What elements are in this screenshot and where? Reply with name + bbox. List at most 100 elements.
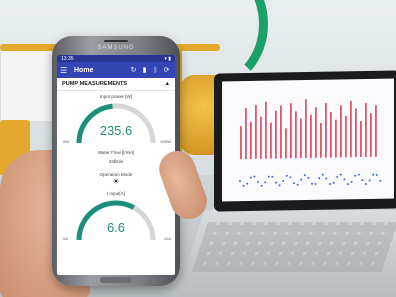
signal-icon: ▮ bbox=[142, 67, 147, 74]
laptop-chart-bar bbox=[320, 122, 322, 158]
laptop-chart-bar bbox=[350, 100, 352, 158]
laptop-chart-point bbox=[343, 178, 346, 181]
menu-icon[interactable]: ☰ bbox=[60, 66, 70, 75]
section-header[interactable]: PUMP MEASUREMENTS ▲ bbox=[57, 78, 175, 91]
power-value: 235.6 bbox=[99, 123, 133, 138]
laptop-chart-point bbox=[293, 182, 295, 185]
status-time: 13:35 bbox=[61, 55, 74, 62]
laptop-chart-bar bbox=[300, 118, 302, 159]
laptop-display bbox=[222, 78, 394, 202]
laptop-chart-bar bbox=[260, 116, 262, 159]
laptop-chart-bar bbox=[245, 108, 247, 160]
app-title: Home bbox=[74, 66, 94, 74]
laptop-chart-point bbox=[336, 175, 339, 178]
laptop-chart-bar bbox=[295, 111, 297, 159]
laptop-chart-point bbox=[246, 182, 249, 185]
laptop-chart-point bbox=[354, 174, 357, 177]
collapse-icon[interactable]: ▲ bbox=[164, 81, 170, 87]
laptop-chart-point bbox=[350, 180, 353, 183]
laptop-chart-bar bbox=[315, 107, 317, 158]
laptop-chart-bar bbox=[280, 105, 282, 159]
laptop-chart-point bbox=[271, 175, 274, 178]
laptop-chart-point bbox=[318, 177, 321, 180]
section-title: PUMP MEASUREMENTS bbox=[62, 81, 128, 87]
sync-icon[interactable]: ⟳ bbox=[161, 66, 172, 74]
flow-value: 43l/min bbox=[108, 159, 124, 164]
laptop-chart-point bbox=[275, 181, 277, 184]
laptop-chart-point bbox=[325, 177, 328, 180]
laptop-chart-point bbox=[311, 182, 313, 185]
laptop-chart-bar bbox=[365, 102, 367, 157]
laptop-chart-point bbox=[300, 178, 303, 181]
current-gauge: 6.6 0A 10A bbox=[57, 196, 175, 244]
laptop-chart-bar bbox=[270, 122, 272, 159]
photo-scene: SAMSUNG 13:35 ▾ ▮ ☰ Home ↻ ▮ ᛒ ⟳ PUMP ME… bbox=[0, 0, 396, 297]
laptop-chart-point bbox=[379, 179, 382, 182]
laptop-chart-point bbox=[239, 180, 241, 183]
laptop-chart-bar bbox=[325, 103, 327, 158]
laptop-screen bbox=[214, 70, 396, 212]
laptop-chart-bar bbox=[285, 128, 287, 159]
laptop-chart-bar bbox=[360, 121, 362, 158]
status-bar: 13:35 ▾ ▮ bbox=[57, 55, 175, 62]
laptop-chart-point bbox=[303, 174, 306, 177]
laptop-chart-point bbox=[282, 179, 285, 182]
phone-screen: 13:35 ▾ ▮ ☰ Home ↻ ▮ ᛒ ⟳ PUMP MEASUREMEN… bbox=[57, 55, 175, 275]
current-value: 6.6 bbox=[106, 220, 126, 235]
laptop-chart-point bbox=[278, 184, 281, 187]
laptop-chart-bar bbox=[290, 103, 292, 159]
laptop-chart-bar bbox=[255, 104, 257, 159]
laptop-chart-bar bbox=[240, 126, 242, 160]
refresh-icon[interactable]: ↻ bbox=[128, 66, 139, 74]
laptop-chart-point bbox=[368, 179, 371, 182]
laptop-chart-point bbox=[372, 173, 375, 176]
power-max: 500W bbox=[160, 139, 171, 144]
laptop-chart-point bbox=[242, 184, 245, 187]
laptop-chart-point bbox=[339, 173, 342, 176]
laptop-chart-bar bbox=[265, 101, 267, 159]
bluetooth-icon[interactable]: ᛒ bbox=[150, 67, 161, 74]
laptop-chart-point bbox=[307, 176, 310, 179]
laptop-chart-point bbox=[249, 176, 252, 179]
laptop-chart-bar bbox=[305, 99, 307, 159]
laptop-chart-point bbox=[365, 182, 367, 185]
laptop-chart-bar bbox=[340, 105, 342, 158]
laptop-chart-bar bbox=[355, 108, 357, 158]
laptop-chart-bar bbox=[335, 119, 337, 158]
current-max: 10A bbox=[163, 236, 171, 241]
laptop-chart-point bbox=[264, 181, 267, 184]
app-bar: ☰ Home ↻ ▮ ᛒ ⟳ bbox=[57, 62, 175, 78]
laptop-chart-point bbox=[321, 173, 324, 176]
power-gauge: 235.6 0W 500W bbox=[57, 99, 175, 147]
laptop-chart-point bbox=[314, 182, 317, 185]
laptop-keyboard bbox=[191, 222, 396, 272]
phone-speaker bbox=[104, 40, 128, 42]
laptop-chart-bar bbox=[310, 114, 312, 158]
laptop-chart-point bbox=[260, 184, 263, 187]
flow-label: Water Flow [l/min] bbox=[97, 150, 135, 155]
phone-brand: SAMSUNG bbox=[97, 45, 135, 51]
laptop-chart-bar bbox=[345, 115, 347, 158]
laptop-chart-bar bbox=[375, 105, 377, 157]
current-min: 0A bbox=[63, 236, 68, 241]
status-icons: ▾ ▮ bbox=[164, 55, 171, 62]
laptop-chart-point bbox=[329, 182, 331, 185]
laptop-chart-point bbox=[375, 173, 378, 176]
home-button[interactable] bbox=[100, 277, 132, 283]
laptop-chart-point bbox=[332, 181, 335, 184]
power-min: 0W bbox=[63, 139, 69, 144]
laptop-chart-point bbox=[289, 176, 292, 179]
laptop-chart-point bbox=[361, 179, 364, 182]
laptop-chart-point bbox=[285, 174, 288, 177]
laptop-chart-bar bbox=[330, 111, 332, 158]
laptop-chart-point bbox=[347, 183, 349, 186]
laptop-chart-point bbox=[267, 175, 270, 178]
laptop-chart bbox=[239, 99, 382, 187]
laptop-chart-point bbox=[257, 180, 259, 183]
laptop-chart-point bbox=[253, 175, 256, 178]
laptop-chart-point bbox=[296, 183, 299, 186]
laptop-chart-point bbox=[357, 173, 360, 176]
laptop-chart-bar bbox=[275, 110, 277, 159]
laptop-chart-bar bbox=[370, 113, 372, 157]
sun-icon: ☀ bbox=[112, 177, 120, 186]
